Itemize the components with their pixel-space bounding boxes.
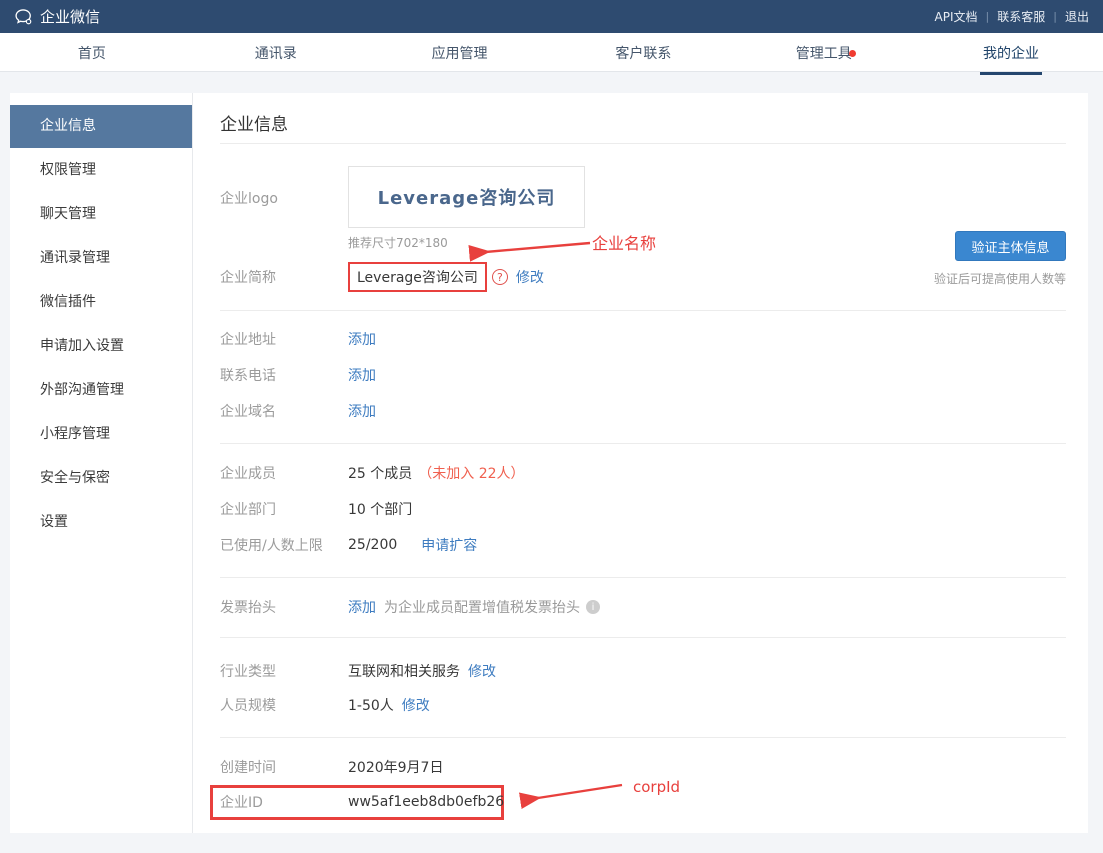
brand: 企业微信 bbox=[14, 6, 100, 27]
departments-value: 10 个部门 bbox=[348, 502, 413, 518]
nav-label: 管理工具 bbox=[795, 46, 852, 62]
new-badge-dot bbox=[848, 50, 856, 57]
shortname-annotation-box: Leverage咨询公司 bbox=[348, 262, 487, 292]
company-logo-upload[interactable]: Leverage咨询公司 bbox=[348, 166, 585, 228]
api-docs-link[interactable]: API文档 bbox=[935, 8, 978, 25]
usage-value: 25/200 bbox=[348, 537, 398, 553]
sidebar-item-security[interactable]: 安全与保密 bbox=[10, 456, 192, 500]
nav-label: 应用管理 bbox=[431, 46, 488, 62]
nav-tab-my-company[interactable]: 我的企业 bbox=[919, 33, 1103, 75]
wechat-work-logo-icon bbox=[14, 7, 34, 27]
company-address-row: 企业地址 添加 bbox=[220, 329, 1066, 349]
divider bbox=[220, 310, 1066, 311]
verify-hint: 验证后可提高使用人数等 bbox=[933, 272, 1066, 286]
nav-tab-admin-tools[interactable]: 管理工具 bbox=[735, 33, 919, 71]
annotation-company-name: 企业名称 bbox=[592, 234, 657, 253]
nav-tab-contacts[interactable]: 通讯录 bbox=[184, 33, 368, 71]
divider bbox=[220, 577, 1066, 578]
phone-label: 联系电话 bbox=[220, 368, 276, 384]
sidebar-item-company-info[interactable]: 企业信息 bbox=[10, 105, 192, 148]
logout-link[interactable]: 退出 bbox=[1065, 8, 1089, 25]
corpid-label: 企业ID bbox=[220, 795, 263, 811]
sidebar-item-external-communication[interactable]: 外部沟通管理 bbox=[10, 368, 192, 412]
members-value: 25 个成员 bbox=[348, 466, 413, 482]
info-icon[interactable]: i bbox=[586, 600, 600, 614]
topbar-links: API文档 | 联系客服 | 退出 bbox=[935, 8, 1089, 25]
shortname-value: Leverage咨询公司 bbox=[357, 270, 478, 286]
sidebar-item-miniprogram[interactable]: 小程序管理 bbox=[10, 412, 192, 456]
separator: | bbox=[1053, 10, 1057, 23]
industry-type-row: 行业类型 互联网和相关服务 修改 bbox=[220, 661, 1066, 681]
divider bbox=[220, 443, 1066, 444]
contact-phone-row: 联系电话 添加 bbox=[220, 365, 1066, 385]
company-members-row: 企业成员 25 个成员 （未加入 22人） bbox=[220, 463, 1066, 483]
sidebar-item-wechat-plugin[interactable]: 微信插件 bbox=[10, 280, 192, 324]
domain-add-link[interactable]: 添加 bbox=[348, 401, 376, 421]
help-icon[interactable]: ? bbox=[491, 269, 508, 285]
members-not-joined: （未加入 22人） bbox=[418, 466, 525, 482]
nav-tab-customer-contact[interactable]: 客户联系 bbox=[551, 33, 735, 71]
annotation-corpid: corpId bbox=[633, 778, 681, 796]
address-label: 企业地址 bbox=[220, 332, 276, 348]
company-shortname-row: 企业简称 Leverage咨询公司 ? 修改 bbox=[220, 262, 544, 292]
company-logo-text: Leverage咨询公司 bbox=[377, 188, 556, 209]
invoice-title-row: 发票抬头 添加 为企业成员配置增值税发票抬头 i bbox=[220, 597, 1066, 617]
page-title: 企业信息 bbox=[220, 115, 288, 135]
domain-label: 企业域名 bbox=[220, 404, 276, 420]
divider bbox=[220, 637, 1066, 638]
company-info-panel: 企业信息 企业logo Leverage咨询公司 推荐尺寸702*180 验证主… bbox=[193, 93, 1088, 833]
sidebar-item-permissions[interactable]: 权限管理 bbox=[10, 148, 192, 192]
nav-label: 我的企业 bbox=[980, 43, 1043, 75]
logo-size-hint: 推荐尺寸702*180 bbox=[348, 236, 448, 250]
industry-modify-link[interactable]: 修改 bbox=[468, 661, 496, 681]
verify-entity-button[interactable]: 验证主体信息 bbox=[955, 231, 1066, 261]
address-add-link[interactable]: 添加 bbox=[348, 329, 376, 349]
sidebar: 企业信息 权限管理 聊天管理 通讯录管理 微信插件 申请加入设置 外部沟通管理 … bbox=[10, 93, 193, 833]
sidebar-item-contacts-management[interactable]: 通讯录管理 bbox=[10, 236, 192, 280]
nav-tab-home[interactable]: 首页 bbox=[0, 33, 184, 71]
contact-support-link[interactable]: 联系客服 bbox=[997, 8, 1045, 25]
nav-tab-app-management[interactable]: 应用管理 bbox=[368, 33, 552, 71]
invoice-add-link[interactable]: 添加 bbox=[348, 597, 376, 617]
scale-value: 1-50人 bbox=[348, 698, 394, 714]
departments-label: 企业部门 bbox=[220, 502, 276, 518]
nav-label: 首页 bbox=[77, 46, 106, 62]
company-logo-label: 企业logo bbox=[220, 191, 278, 207]
nav-label: 客户联系 bbox=[615, 46, 672, 62]
created-value: 2020年9月7日 bbox=[348, 760, 444, 776]
company-departments-row: 企业部门 10 个部门 bbox=[220, 499, 1066, 519]
created-label: 创建时间 bbox=[220, 760, 276, 776]
sidebar-item-settings[interactable]: 设置 bbox=[10, 500, 192, 544]
shortname-label: 企业简称 bbox=[220, 270, 276, 286]
invoice-label: 发票抬头 bbox=[220, 600, 276, 616]
separator: | bbox=[985, 10, 990, 23]
sidebar-item-join-settings[interactable]: 申请加入设置 bbox=[10, 324, 192, 368]
expand-capacity-link[interactable]: 申请扩容 bbox=[421, 535, 477, 555]
company-domain-row: 企业域名 添加 bbox=[220, 401, 1066, 421]
phone-add-link[interactable]: 添加 bbox=[348, 365, 376, 385]
nav-label: 通讯录 bbox=[254, 46, 297, 62]
members-label: 企业成员 bbox=[220, 466, 276, 482]
scale-label: 人员规模 bbox=[220, 698, 276, 714]
usage-label: 已使用/人数上限 bbox=[220, 538, 323, 554]
shortname-modify-link[interactable]: 修改 bbox=[516, 267, 544, 287]
divider bbox=[220, 143, 1066, 144]
brand-title: 企业微信 bbox=[40, 8, 101, 26]
industry-label: 行业类型 bbox=[220, 664, 276, 680]
invoice-desc: 为企业成员配置增值税发票抬头 bbox=[384, 600, 580, 616]
sidebar-item-chat-management[interactable]: 聊天管理 bbox=[10, 192, 192, 236]
divider bbox=[220, 737, 1066, 738]
topbar: 企业微信 API文档 | 联系客服 | 退出 bbox=[0, 0, 1103, 33]
page: 企业微信 API文档 | 联系客服 | 退出 首页 通讯录 应用管理 客户联系 … bbox=[0, 0, 1103, 853]
usage-limit-row: 已使用/人数上限 25/200 申请扩容 bbox=[220, 535, 1066, 555]
main-nav: 首页 通讯录 应用管理 客户联系 管理工具 我的企业 bbox=[0, 33, 1103, 75]
created-time-row: 创建时间 2020年9月7日 bbox=[220, 757, 1066, 777]
staff-scale-row: 人员规模 1-50人 修改 bbox=[220, 695, 1066, 715]
scale-modify-link[interactable]: 修改 bbox=[402, 695, 430, 715]
industry-value: 互联网和相关服务 bbox=[348, 664, 460, 680]
corpid-value: ww5af1eeb8db0efb26 bbox=[348, 794, 505, 810]
